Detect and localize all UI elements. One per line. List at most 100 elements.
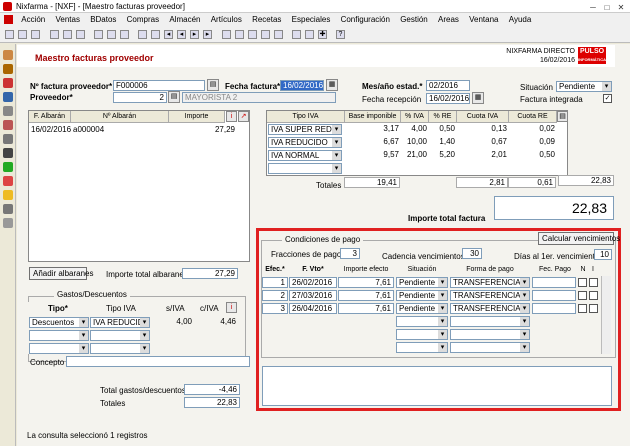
albaranes-info-icon[interactable]: i <box>226 111 237 122</box>
iva-col-pre[interactable]: % RE <box>429 111 457 123</box>
open-icon[interactable] <box>31 30 40 39</box>
menu-almacen[interactable]: Almacén <box>165 13 204 27</box>
tools-icon[interactable] <box>248 30 257 39</box>
venc-row3-forma[interactable]: TRANSFERENCIA <box>450 303 530 314</box>
iva-grid-icon[interactable]: ▤ <box>557 111 568 122</box>
list-icon[interactable] <box>292 30 301 39</box>
next-record-icon[interactable]: ▸ <box>190 30 199 39</box>
gastos-row2-tipo-iva[interactable] <box>90 330 150 341</box>
albaranes-col-fecha[interactable]: F. Albarán <box>29 111 71 123</box>
gastos-row1-tipo-iva[interactable]: IVA REDUCID <box>90 317 150 328</box>
venc-row1-forma[interactable]: TRANSFERENCIA <box>450 277 530 288</box>
venc-row1-situacion[interactable]: Pendiente <box>396 277 448 288</box>
venc-row4-situacion[interactable] <box>396 316 448 327</box>
menu-articulos[interactable]: Artículos <box>207 13 246 27</box>
factura-lookup-icon[interactable]: ▤ <box>207 79 219 91</box>
iva-col-cre[interactable]: Cuota RE <box>509 111 557 123</box>
venc-row6-forma[interactable] <box>450 342 530 353</box>
gastos-row3-tipo-iva[interactable] <box>90 343 150 354</box>
iva-col-tipo[interactable]: Tipo IVA <box>267 111 345 123</box>
venc-row3-fecpago[interactable] <box>532 303 576 314</box>
copy-icon[interactable] <box>107 30 116 39</box>
pago-notes-textarea[interactable] <box>262 366 612 406</box>
help-icon[interactable]: ? <box>336 30 345 39</box>
venc-row1-fecha[interactable]: 26/02/2016 <box>289 277 337 288</box>
menu-app-icon[interactable] <box>4 15 13 25</box>
venc-row1-i-checkbox[interactable] <box>589 278 598 287</box>
venc-row3-situacion[interactable]: Pendiente <box>396 303 448 314</box>
print-icon[interactable] <box>222 30 231 39</box>
venc-row2-fecha[interactable]: 27/03/2016 <box>289 290 337 301</box>
venc-row1-fecpago[interactable] <box>532 277 576 288</box>
venc-row3-i-checkbox[interactable] <box>589 304 598 313</box>
venc-row3-n-checkbox[interactable] <box>578 304 587 313</box>
calcular-vencimientos-button[interactable]: Calcular vencimientos <box>538 232 620 245</box>
first-record-icon[interactable]: ◂ <box>164 30 173 39</box>
venc-row2-fecpago[interactable] <box>532 290 576 301</box>
sidebar-drug-icon[interactable] <box>3 78 13 88</box>
iva-col-base[interactable]: Base imponible <box>345 111 401 123</box>
sidebar-person-icon[interactable] <box>3 64 13 74</box>
sidebar-barcode-icon[interactable] <box>3 148 13 158</box>
albaran-row-numero[interactable]: a000004 <box>71 124 169 136</box>
execute-icon[interactable] <box>76 30 85 39</box>
sidebar-list-icon[interactable] <box>3 106 13 116</box>
chart-icon[interactable] <box>274 30 283 39</box>
iva-row1-base[interactable]: 3,17 <box>345 123 401 135</box>
proveedor-code-input[interactable]: 2 <box>113 92 167 103</box>
menu-ventana[interactable]: Ventana <box>465 13 502 27</box>
venc-row1-n-checkbox[interactable] <box>578 278 587 287</box>
venc-row3-n[interactable]: 3 <box>262 303 288 314</box>
iva-col-piva[interactable]: % IVA <box>401 111 429 123</box>
venc-row4-forma[interactable] <box>450 316 530 327</box>
gastos-row1-tipo[interactable]: Descuentos <box>29 317 89 328</box>
gastos-row2-tipo[interactable] <box>29 330 89 341</box>
menu-ayuda[interactable]: Ayuda <box>505 13 536 27</box>
menu-bdatos[interactable]: BDatos <box>86 13 120 27</box>
find-icon[interactable] <box>50 30 59 39</box>
iva-row3-base[interactable]: 9,57 <box>345 149 401 161</box>
add-albaranes-button[interactable]: Añadir albaranes <box>29 267 93 280</box>
save-icon[interactable] <box>18 30 27 39</box>
situacion-select[interactable]: Pendiente <box>556 81 612 92</box>
new-icon[interactable] <box>5 30 14 39</box>
gastos-row1-civa[interactable]: 4,46 <box>194 316 238 328</box>
venc-row5-forma[interactable] <box>450 329 530 340</box>
cross-icon[interactable]: ✚ <box>318 30 327 39</box>
sidebar-box-icon[interactable] <box>3 204 13 214</box>
menu-recetas[interactable]: Recetas <box>248 13 285 27</box>
menu-configuracion[interactable]: Configuración <box>337 13 394 27</box>
fecha-factura-input[interactable]: 16/02/2016 <box>280 80 324 91</box>
gastos-row3-tipo[interactable] <box>29 343 89 354</box>
calc-icon[interactable] <box>261 30 270 39</box>
paste-icon[interactable] <box>120 30 129 39</box>
concepto-input[interactable] <box>66 356 250 367</box>
menu-areas[interactable]: Areas <box>434 13 463 27</box>
menu-accion[interactable]: Acción <box>17 13 49 27</box>
iva-row3-tipo[interactable]: IVA NORMAL <box>268 150 342 161</box>
close-button[interactable]: ✕ <box>614 3 628 13</box>
cadencia-input[interactable]: 30 <box>462 248 482 259</box>
iva-row4-tipo[interactable] <box>268 163 342 174</box>
albaranes-col-importe[interactable]: Importe <box>169 111 225 123</box>
sidebar-gear-icon[interactable] <box>3 176 13 186</box>
albaranes-col-numero[interactable]: Nº Albarán <box>71 111 169 123</box>
proveedor-lookup-icon[interactable]: ▤ <box>168 91 180 103</box>
gastos-info-icon[interactable]: i <box>226 302 237 313</box>
dias-input[interactable]: 10 <box>594 249 612 260</box>
venc-row2-situacion[interactable]: Pendiente <box>396 290 448 301</box>
venc-scrollbar[interactable] <box>601 276 611 354</box>
sidebar-home-icon[interactable] <box>3 50 13 60</box>
prev-record-icon[interactable]: ◂ <box>177 30 186 39</box>
last-record-icon[interactable]: ▸ <box>203 30 212 39</box>
sidebar-warning-icon[interactable] <box>3 190 13 200</box>
menu-especiales[interactable]: Especiales <box>288 13 335 27</box>
venc-row3-fecha[interactable]: 26/04/2016 <box>289 303 337 314</box>
menu-compras[interactable]: Compras <box>123 13 163 27</box>
fracciones-input[interactable]: 3 <box>340 248 360 259</box>
venc-row1-importe[interactable]: 7,61 <box>338 277 394 288</box>
venc-row2-n-checkbox[interactable] <box>578 291 587 300</box>
sidebar-cart-icon[interactable] <box>3 92 13 102</box>
mes-input[interactable]: 02/2016 <box>426 80 470 91</box>
menu-gestion[interactable]: Gestión <box>396 13 432 27</box>
